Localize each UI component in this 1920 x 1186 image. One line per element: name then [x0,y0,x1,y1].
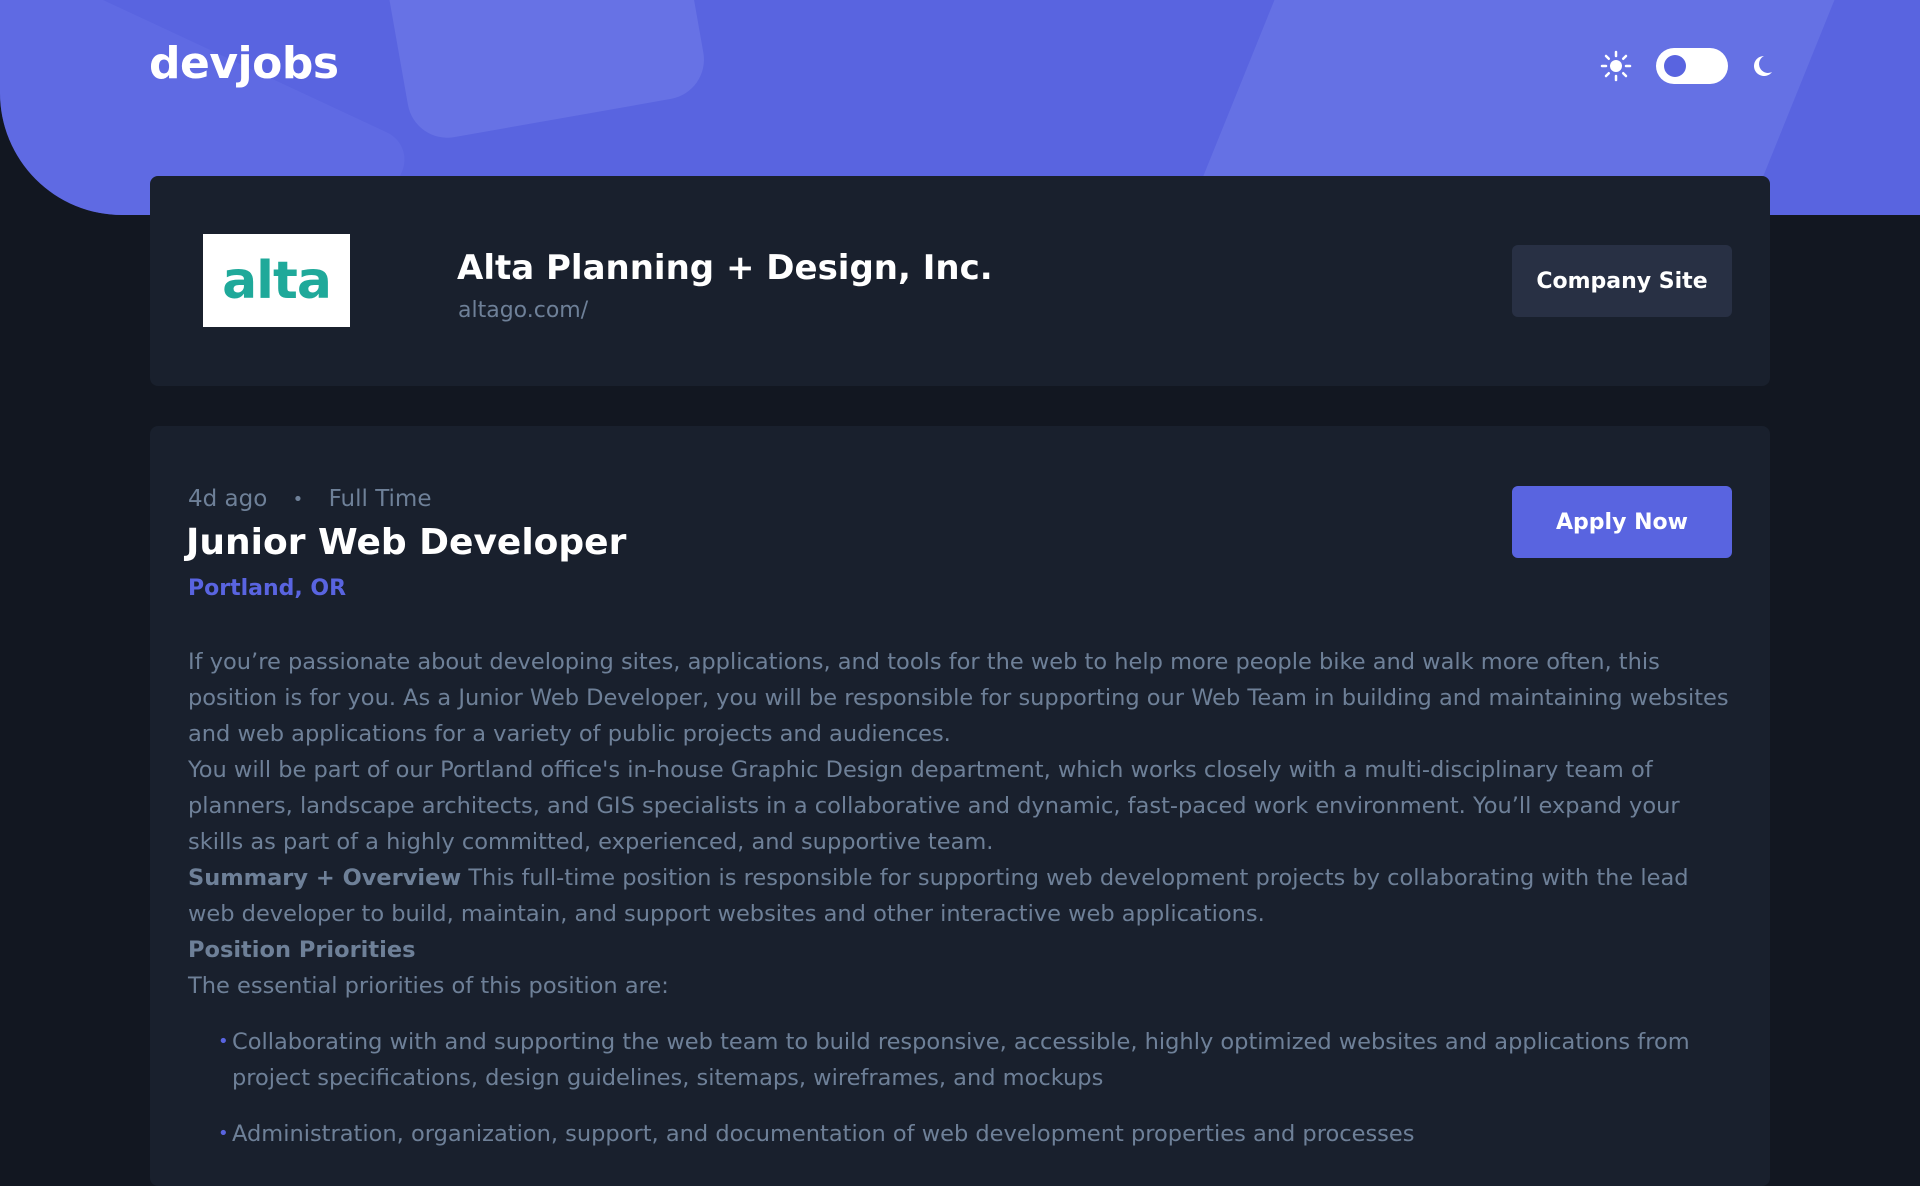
header-decoration [369,0,711,145]
company-name: Alta Planning + Design, Inc. [457,248,993,288]
company-site-button[interactable]: Company Site [1512,245,1732,317]
summary-paragraph: Summary + Overview This full-time positi… [188,860,1738,932]
list-item-text: Collaborating with and supporting the we… [232,1029,1690,1091]
theme-toggle-switch[interactable] [1656,48,1728,84]
theme-toggle-group [1600,46,1775,86]
job-description: If you’re passionate about developing si… [188,644,1738,1172]
description-paragraph: You will be part of our Portland office'… [188,757,1680,855]
company-logo: alta [203,234,350,327]
apply-now-button[interactable]: Apply Now [1512,486,1732,558]
posted-time: 4d ago [188,486,268,512]
priorities-heading: Position Priorities [188,937,416,963]
priorities-intro: The essential priorities of this positio… [188,973,669,999]
list-item-text: Administration, organization, support, a… [232,1121,1415,1147]
bullet-icon: • [218,1031,229,1052]
moon-icon [1752,54,1774,78]
description-paragraph: If you’re passionate about developing si… [188,649,1729,747]
company-card: alta Alta Planning + Design, Inc. altago… [150,176,1770,386]
sun-icon [1600,50,1632,82]
contract-type: Full Time [328,486,432,512]
job-meta: 4d ago • Full Time [188,486,432,512]
meta-separator: • [292,489,304,510]
bullet-icon: • [218,1123,229,1144]
priorities-list: • Collaborating with and supporting the … [188,1024,1738,1152]
list-item: • Collaborating with and supporting the … [218,1024,1738,1096]
job-details-card: 4d ago • Full Time Junior Web Developer … [150,426,1770,1186]
list-item: • Administration, organization, support,… [218,1116,1738,1152]
job-location: Portland, OR [188,576,347,601]
job-title: Junior Web Developer [186,522,627,563]
devjobs-logo[interactable]: devjobs [149,38,339,89]
company-logo-text: alta [222,250,332,311]
toggle-knob [1664,55,1686,77]
summary-heading: Summary + Overview [188,865,462,891]
company-url: altago.com/ [458,298,589,323]
